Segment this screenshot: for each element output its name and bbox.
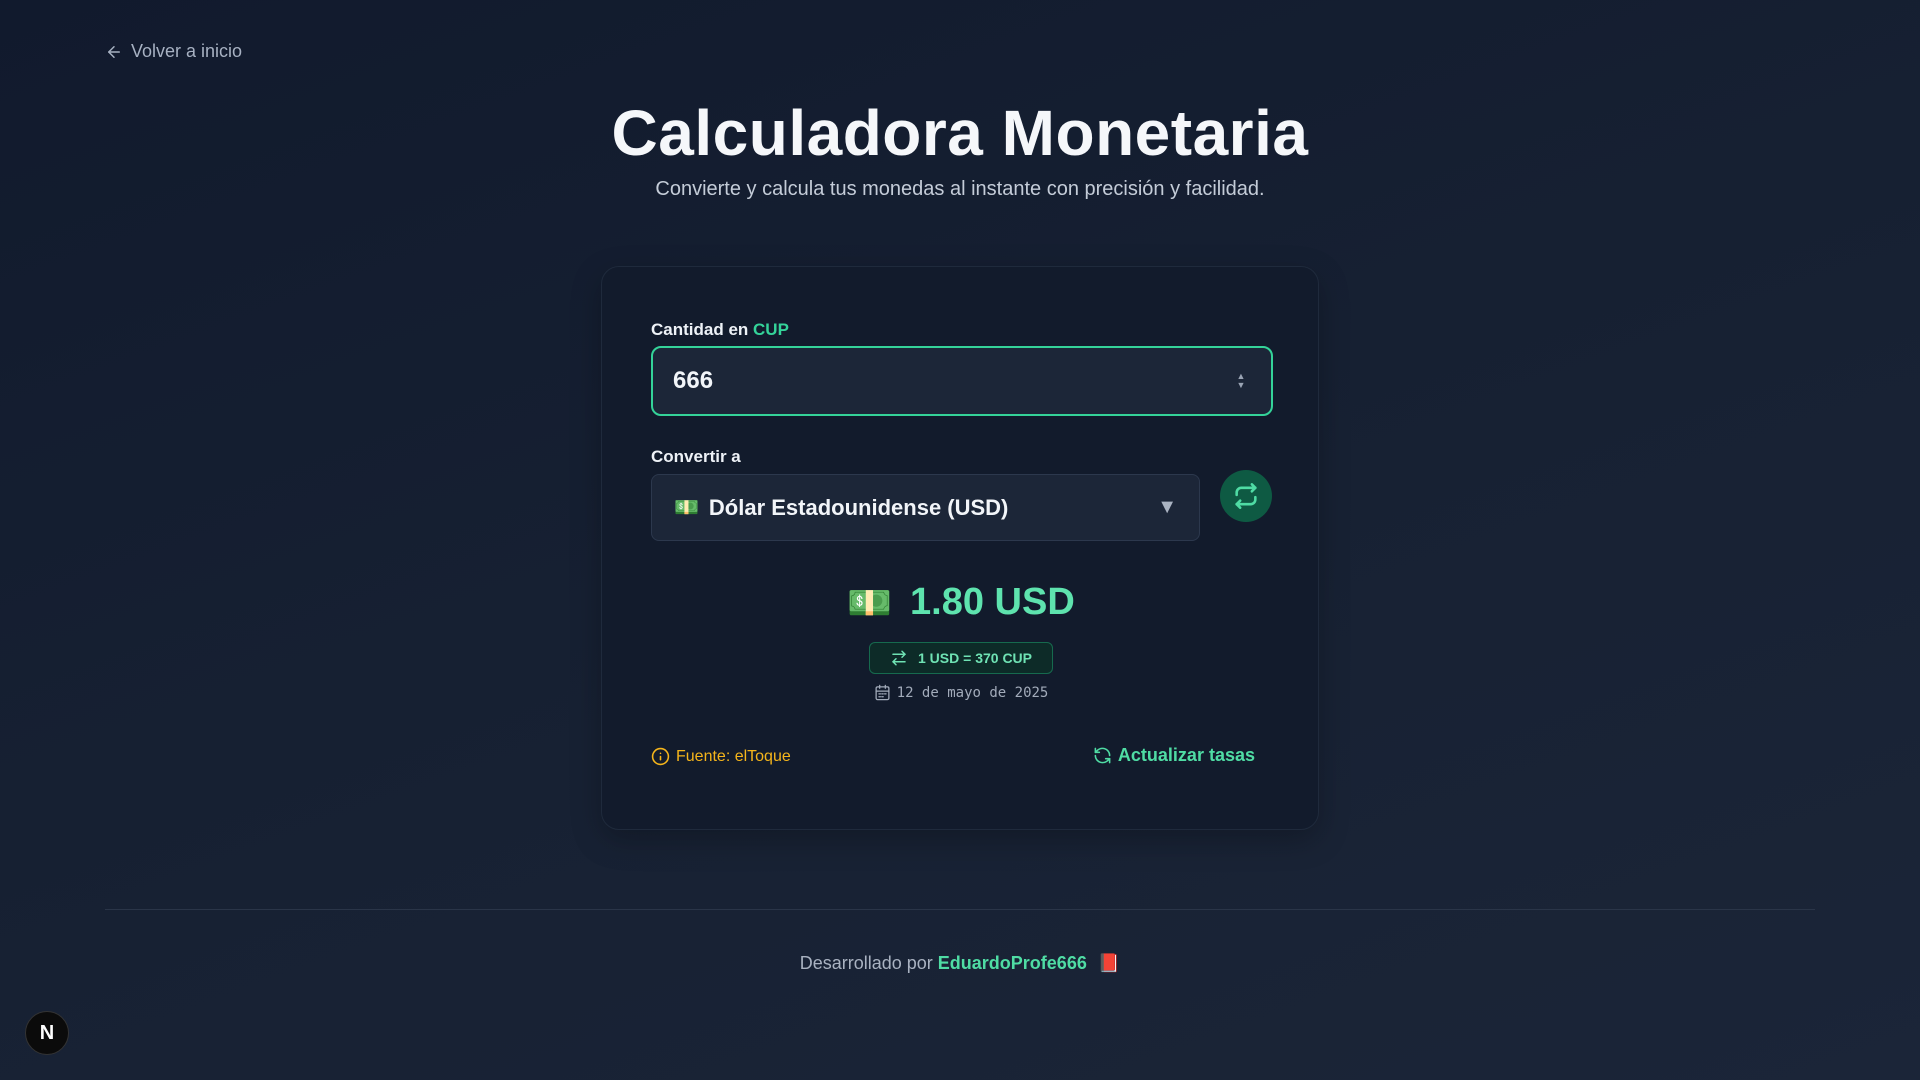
chevron-down-icon[interactable]: ▼ [1237, 381, 1246, 390]
rate-date-text: 12 de mayo de 2025 [896, 684, 1049, 701]
currency-select-value: Dólar Estadounidense (USD) [708, 494, 1009, 520]
arrow-left-icon [108, 45, 120, 58]
footer-prefix: Desarrollado por [799, 953, 933, 973]
rate-source-text: Fuente: elToque [676, 747, 791, 765]
amount-label: Cantidad en CUP [651, 320, 789, 340]
info-icon [651, 747, 670, 766]
amount-field[interactable]: ▲ ▼ [651, 346, 1273, 416]
exchange-rate-badge: 1 USD = 370 CUP [869, 642, 1053, 674]
page-title: Calculadora Monetaria [611, 97, 1309, 169]
rate-source: Fuente: elToque [651, 747, 791, 766]
amount-input[interactable] [673, 367, 1231, 395]
footer: Desarrollado por EduardoProfe666 📕 [0, 953, 1920, 974]
page-subtitle: Convierte y calcula tus monedas al insta… [655, 178, 1265, 200]
refresh-rates-label: Actualizar tasas [1117, 745, 1255, 765]
rate-date: 12 de mayo de 2025 [602, 684, 1320, 701]
footer-divider [105, 909, 1815, 910]
exchange-rate-text: 1 USD = 370 CUP [918, 650, 1032, 666]
back-link[interactable]: Volver a inicio [105, 41, 242, 62]
author-link[interactable]: EduardoProfe666 [938, 953, 1087, 973]
currency-select[interactable]: 💵 Dólar Estadounidense (USD) ▼ [651, 474, 1200, 541]
swap-icon [1235, 483, 1257, 509]
conversion-result: 💵 1.80 USD [602, 581, 1320, 624]
number-stepper[interactable]: ▲ ▼ [1231, 369, 1251, 393]
swap-currencies-button[interactable] [1220, 470, 1272, 522]
back-link-label: Volver a inicio [131, 41, 243, 61]
refresh-rates-button[interactable]: Actualizar tasas [1093, 745, 1255, 766]
nextjs-logo-icon: N [39, 1021, 55, 1044]
calendar-icon [875, 684, 890, 701]
book-icon: 📕 [1097, 953, 1121, 973]
target-label: Convertir a [651, 447, 741, 466]
result-value: 1.80 USD [910, 581, 1075, 623]
amount-currency: CUP [753, 320, 789, 339]
caret-down-icon: ▼ [1157, 496, 1177, 518]
refresh-icon [1094, 747, 1111, 764]
amount-label-text: Cantidad en [651, 320, 749, 339]
converter-card: Cantidad en CUP ▲ ▼ Convertir a 💵 Dólar … [601, 266, 1319, 830]
money-icon: 💵 [674, 497, 699, 519]
money-icon: 💵 [847, 581, 893, 623]
nextjs-dev-badge[interactable]: N [25, 1011, 69, 1055]
exchange-icon [892, 650, 906, 666]
